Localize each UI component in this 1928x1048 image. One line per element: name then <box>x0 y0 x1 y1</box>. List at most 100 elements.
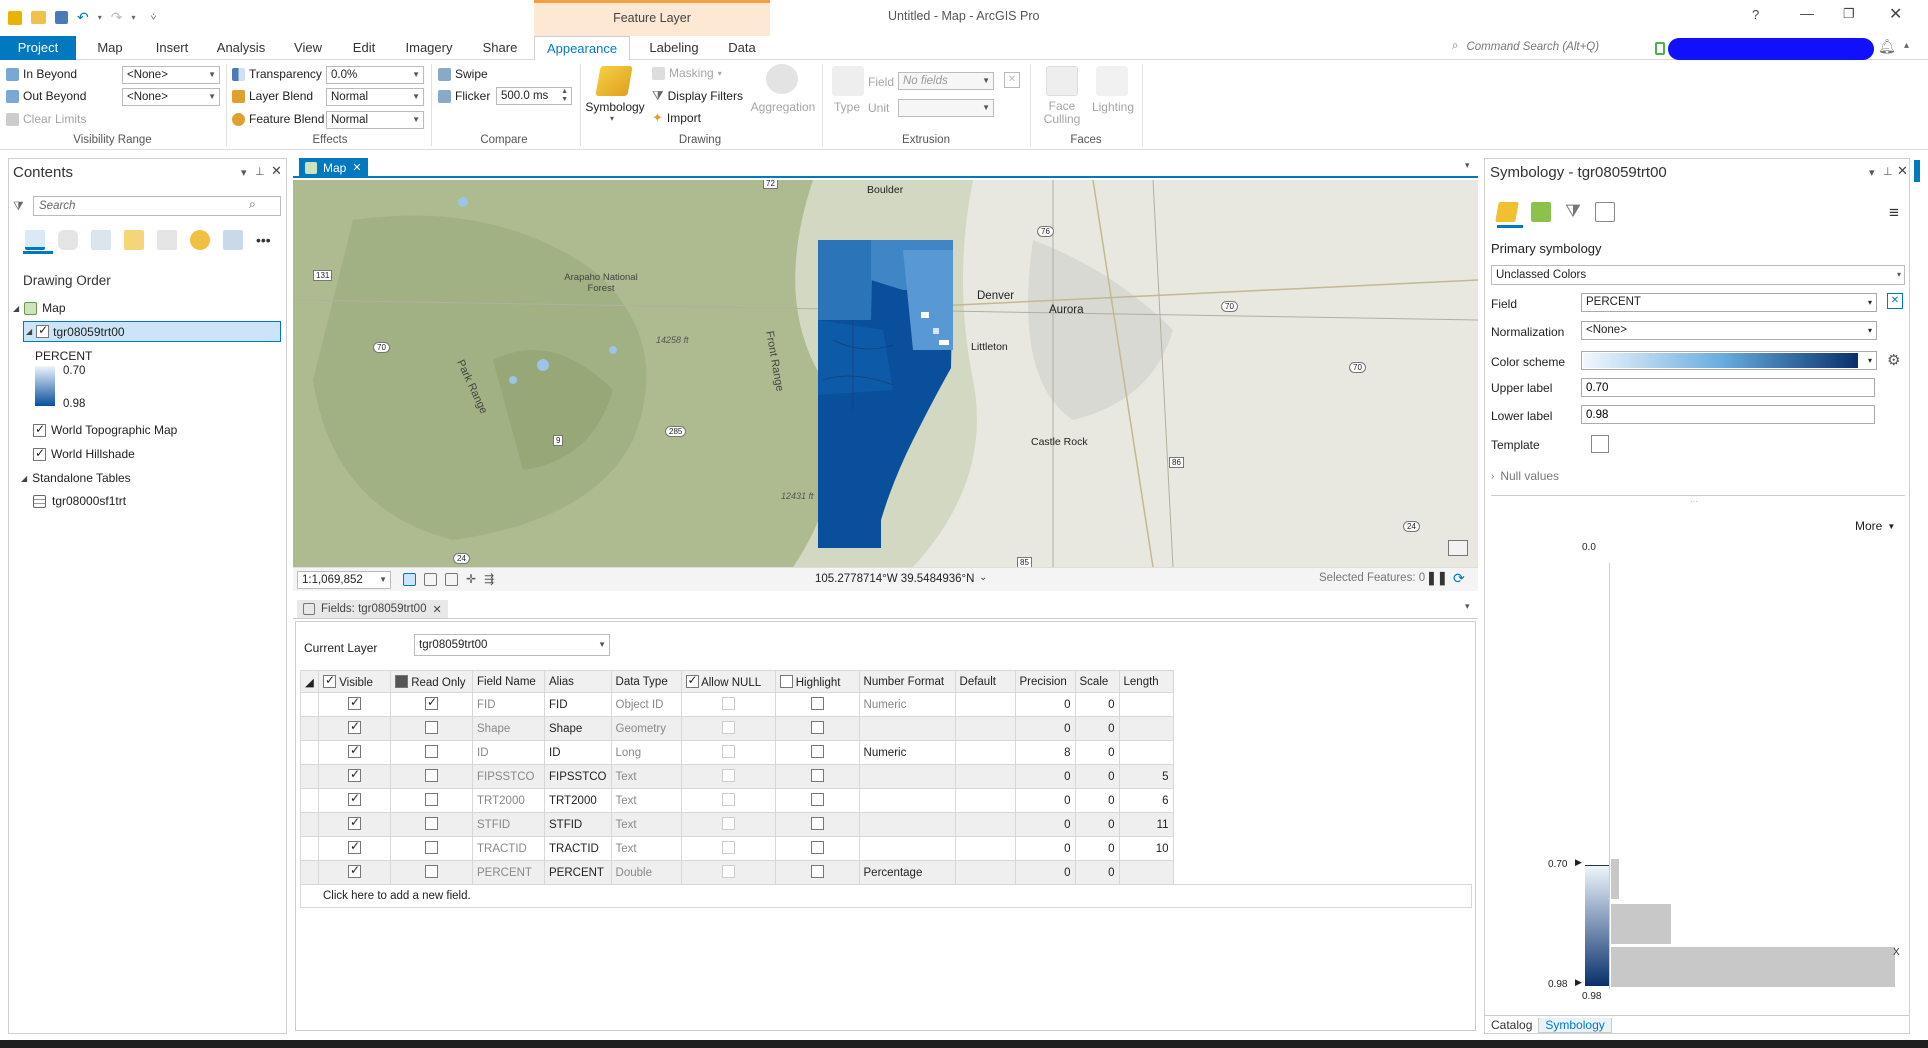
default-cell[interactable] <box>954 812 1016 837</box>
census-tract-polygons[interactable] <box>921 312 929 318</box>
layer-visibility-checkbox[interactable] <box>33 446 46 461</box>
allow-null-checkbox[interactable] <box>721 720 735 734</box>
out-beyond-scale-combo[interactable]: <None> ▼ <box>122 88 220 106</box>
extrusion-field-combo[interactable]: No fields ▼ <box>898 72 994 90</box>
basemap-topographic-node[interactable]: World Topographic Map <box>33 422 177 437</box>
map-canvas[interactable]: Boulder Denver Aurora Littleton Castle R… <box>293 180 1478 567</box>
read-only-cell[interactable] <box>390 716 473 741</box>
read-only-checkbox[interactable] <box>425 695 438 710</box>
field-name-cell[interactable]: TRT2000 <box>472 788 545 813</box>
crosshair-icon[interactable]: ✛ <box>466 572 476 586</box>
face-culling-icon[interactable] <box>1046 66 1078 96</box>
allow-null-checkbox[interactable] <box>721 792 735 806</box>
row-selector[interactable] <box>300 836 319 861</box>
in-beyond-button[interactable]: In Beyond <box>6 67 77 81</box>
expression-builder-icon[interactable]: ✕ <box>1887 293 1903 309</box>
scale-cell[interactable]: 0 <box>1074 860 1120 885</box>
map-node[interactable]: ◢ Map <box>13 301 66 315</box>
pause-drawing-icon[interactable]: ❚❚ <box>1426 570 1448 586</box>
side-pane-tab[interactable] <box>1914 160 1920 182</box>
layer-blend-combo[interactable]: Normal ▼ <box>326 88 424 106</box>
vary-symbology-icon[interactable] <box>1531 201 1551 222</box>
visible-cell[interactable] <box>318 764 391 789</box>
upper-label-input[interactable] <box>1581 378 1875 397</box>
lighting-label[interactable]: Lighting <box>1088 100 1138 114</box>
highlight-checkbox[interactable] <box>810 792 824 806</box>
layer-visibility-checkbox[interactable] <box>33 422 46 437</box>
col-scale[interactable]: Scale <box>1074 670 1120 693</box>
data-type-cell[interactable]: Object ID <box>610 692 682 717</box>
pane-options-icon[interactable]: ▾ <box>241 166 247 179</box>
number-format-cell[interactable]: Percentage <box>858 860 956 885</box>
current-layer-combo[interactable]: tgr08059trt00 ▼ <box>414 634 610 656</box>
extrusion-type-icon[interactable] <box>832 66 864 96</box>
highlight-cell[interactable] <box>774 716 860 741</box>
refresh-icon[interactable]: ⟳ <box>1453 570 1465 587</box>
more-menu[interactable]: More ▼ <box>1855 519 1895 533</box>
default-cell[interactable] <box>954 788 1016 813</box>
visible-checkbox[interactable] <box>348 695 361 710</box>
allow-null-checkbox[interactable] <box>721 744 735 758</box>
alias-cell[interactable]: FIPSSTCO <box>544 764 612 789</box>
lower-handle-icon[interactable]: ▶ <box>1575 977 1582 988</box>
tab-analysis[interactable]: Analysis <box>210 36 272 60</box>
tab-project[interactable]: Project <box>0 36 76 60</box>
allow-null-checkbox[interactable] <box>721 840 735 854</box>
allow-null-cell[interactable] <box>680 812 776 837</box>
visible-cell[interactable] <box>318 716 391 741</box>
save-icon[interactable] <box>55 11 68 24</box>
contents-search-input[interactable]: Search <box>33 196 281 216</box>
field-name-cell[interactable]: STFID <box>472 812 545 837</box>
row-selector[interactable] <box>300 812 319 837</box>
read-only-checkbox[interactable] <box>425 744 438 758</box>
add-new-field-row[interactable]: Click here to add a new field. <box>300 884 1472 908</box>
precision-cell[interactable]: 0 <box>1014 812 1076 837</box>
tab-view[interactable]: View <box>284 36 332 60</box>
read-only-cell[interactable] <box>390 764 473 789</box>
row-selector[interactable] <box>300 788 319 813</box>
help-button[interactable]: ? <box>1752 7 1759 22</box>
display-filters-button[interactable]: ⧩ Display Filters <box>652 88 743 104</box>
collapse-icon[interactable]: ◢ <box>21 474 27 483</box>
precision-cell[interactable]: 0 <box>1014 860 1076 885</box>
charts-icon[interactable] <box>223 230 243 250</box>
data-type-cell[interactable]: Double <box>610 860 682 885</box>
flicker-rate-stepper[interactable]: 500.0 ms ▲ ▼ <box>496 87 572 105</box>
data-type-cell[interactable]: Text <box>610 788 682 813</box>
tab-map-view[interactable]: Map ✕ <box>299 158 368 177</box>
row-selector[interactable] <box>300 716 319 741</box>
table-row[interactable]: FIPSSTCOFIPSSTCOText005 <box>300 764 1174 789</box>
highlight-all-checkbox[interactable] <box>779 674 793 688</box>
command-search-input[interactable]: Command Search (Alt+Q) <box>1466 41 1599 53</box>
tab-data[interactable]: Data <box>720 36 764 60</box>
scale-cell[interactable]: 0 <box>1074 740 1120 765</box>
alias-cell[interactable]: TRT2000 <box>544 788 612 813</box>
table-row[interactable]: ShapeShapeGeometry00 <box>300 716 1174 741</box>
default-cell[interactable] <box>954 740 1016 765</box>
tab-appearance[interactable]: Appearance <box>534 36 630 61</box>
default-cell[interactable] <box>954 764 1016 789</box>
chevron-down-icon[interactable]: ▾ <box>98 13 102 22</box>
field-name-cell[interactable]: PERCENT <box>472 860 545 885</box>
visible-checkbox[interactable] <box>348 743 361 758</box>
chevron-down-icon[interactable]: ▾ <box>610 114 614 123</box>
open-folder-icon[interactable] <box>31 11 46 24</box>
chevron-down-icon[interactable]: ⌄ <box>979 572 987 583</box>
visible-cell[interactable] <box>318 788 391 813</box>
precision-cell[interactable]: 0 <box>1014 836 1076 861</box>
visible-cell[interactable] <box>318 836 391 861</box>
visible-checkbox[interactable] <box>348 719 361 734</box>
scale-settings-icon[interactable] <box>403 572 416 586</box>
extrusion-type-label[interactable]: Type <box>834 100 860 114</box>
new-project-icon[interactable] <box>8 10 22 25</box>
filter-icon[interactable]: ⧩ <box>1565 201 1581 222</box>
lighting-icon[interactable] <box>1096 66 1128 96</box>
row-selector[interactable] <box>300 692 319 717</box>
visible-cell[interactable] <box>318 692 391 717</box>
col-highlight[interactable]: Highlight <box>774 670 860 693</box>
precision-cell[interactable]: 0 <box>1014 716 1076 741</box>
allow-null-cell[interactable] <box>680 836 776 861</box>
tab-catalog[interactable]: Catalog <box>1485 1018 1538 1032</box>
highlight-checkbox[interactable] <box>810 744 824 758</box>
table-row[interactable]: FIDFIDObject IDNumeric00 <box>300 692 1174 717</box>
